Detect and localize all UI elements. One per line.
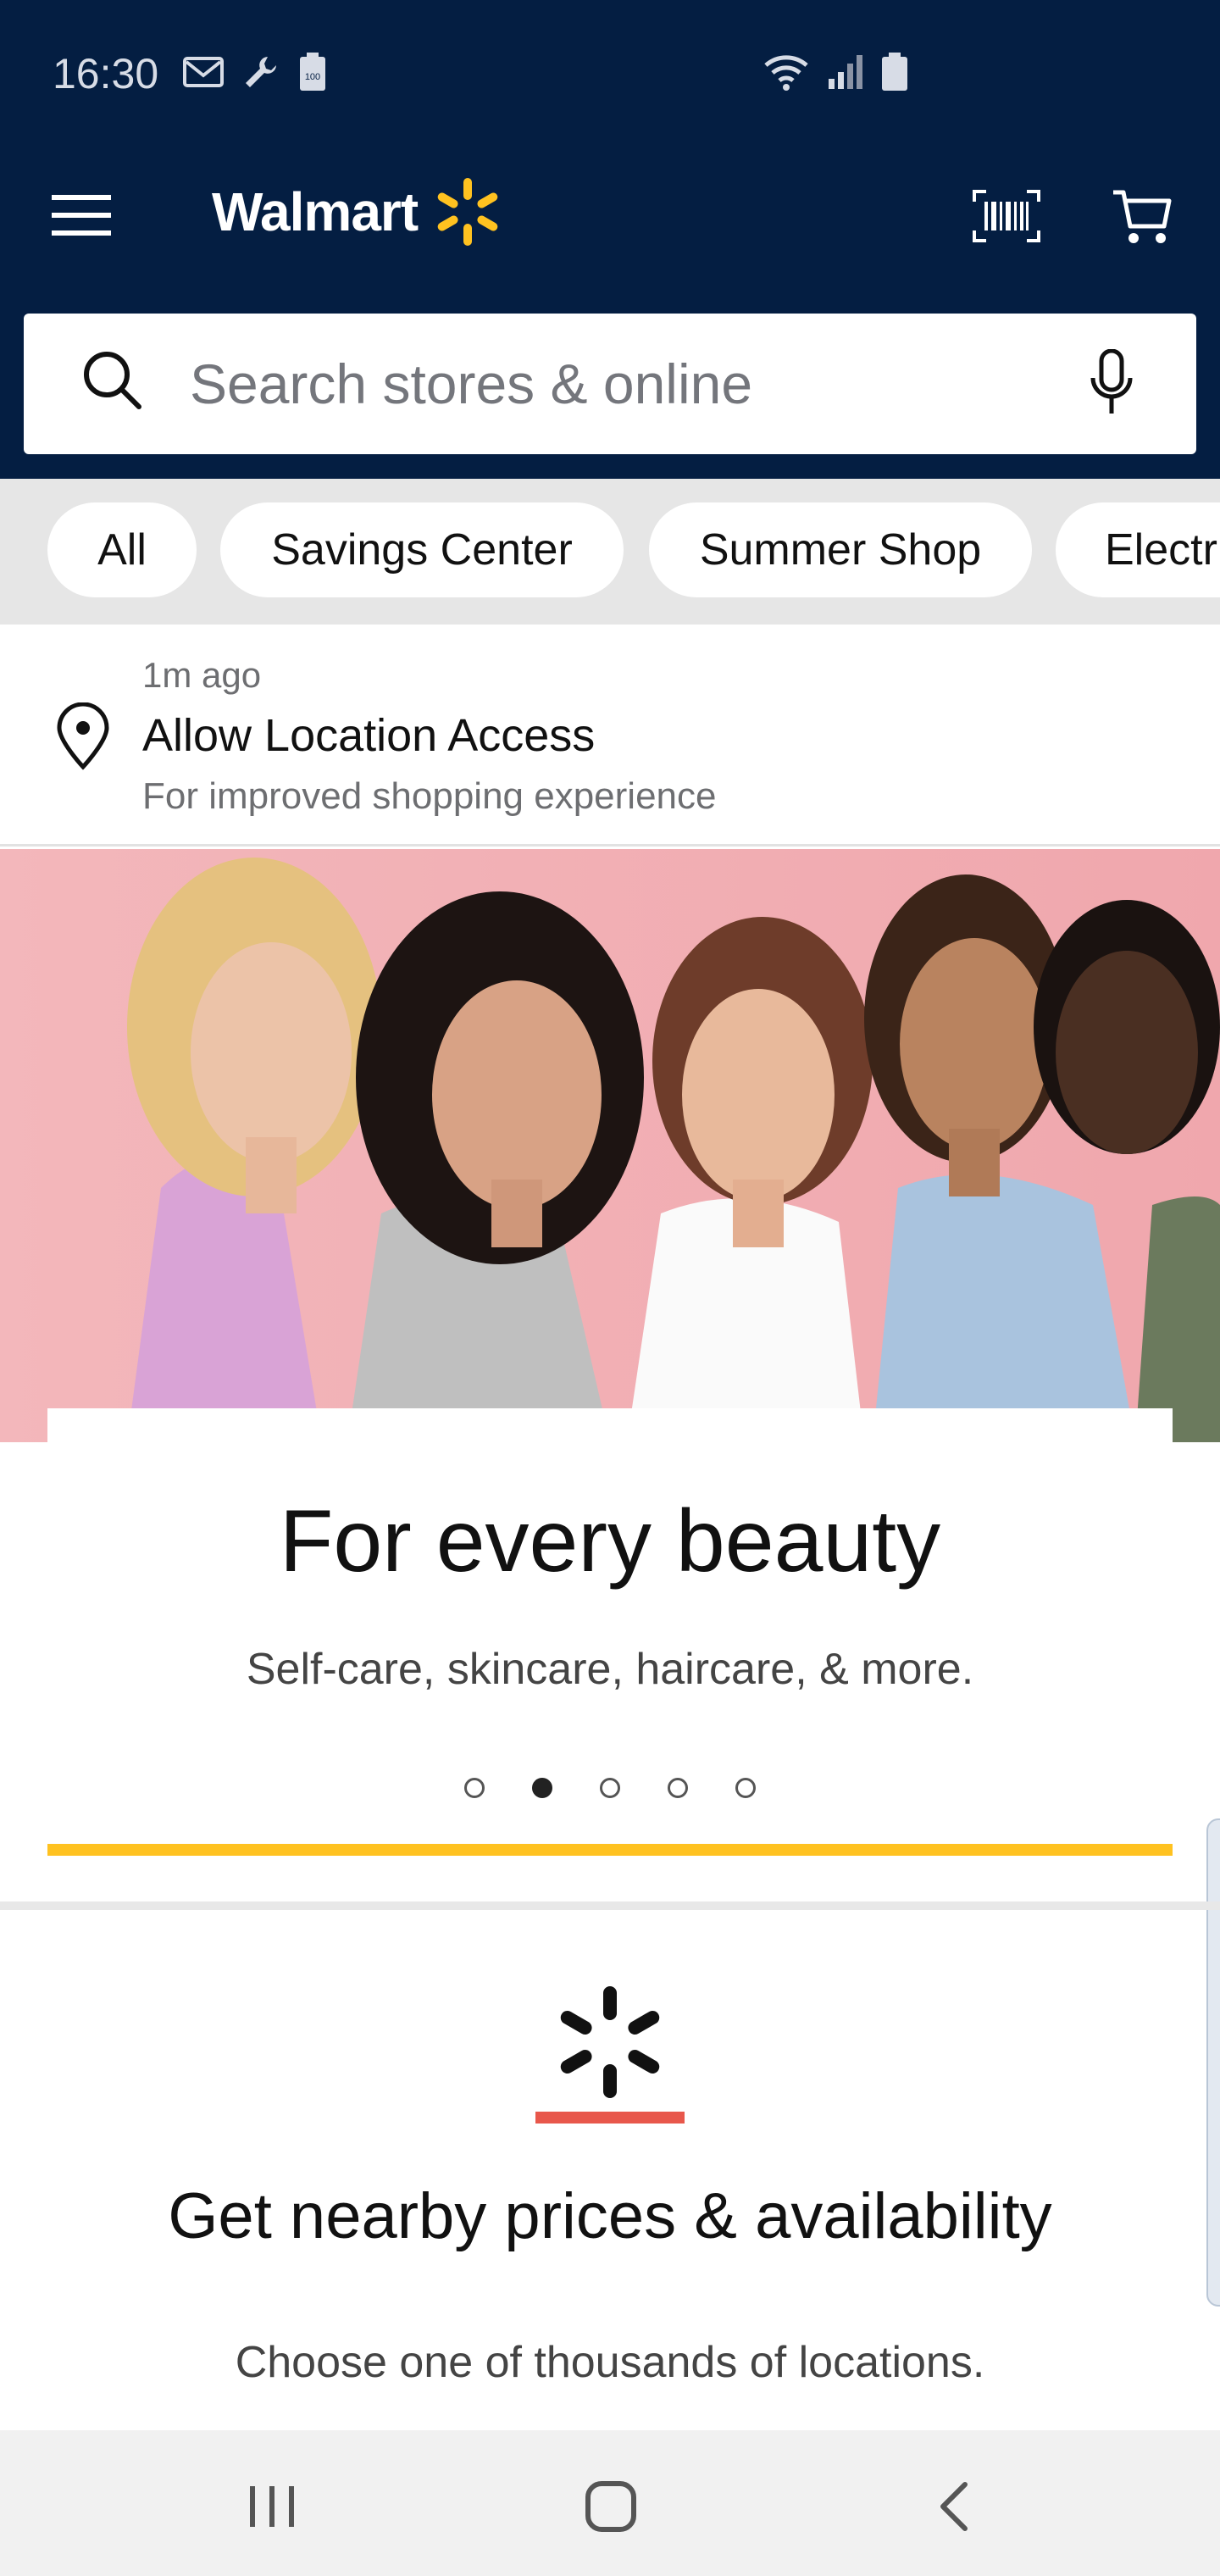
cart-button[interactable] <box>1101 178 1183 254</box>
home-button[interactable] <box>564 2464 657 2549</box>
back-icon <box>940 2482 968 2531</box>
walmart-logo[interactable]: Walmart <box>212 169 504 254</box>
hero-accent-bar <box>47 1844 1173 1856</box>
carousel-dot[interactable] <box>668 1778 688 1798</box>
carousel-indicator <box>464 1776 756 1800</box>
carousel-dot[interactable] <box>600 1778 620 1798</box>
microphone-icon <box>1090 349 1133 414</box>
battery-saver-icon: 100 <box>300 53 325 91</box>
recent-apps-icon <box>250 2486 294 2527</box>
carousel-dot[interactable] <box>735 1778 756 1798</box>
notice-subtitle: For improved shopping experience <box>142 775 717 817</box>
wrench-icon <box>246 57 276 87</box>
walmart-spark-icon <box>560 1986 660 2098</box>
menu-button[interactable] <box>47 181 115 249</box>
barcode-scanner-icon <box>973 190 1040 242</box>
hamburger-menu-icon <box>52 195 111 236</box>
status-icons-right <box>762 53 908 92</box>
hero-title: For every beauty <box>279 1492 941 1591</box>
svg-text:100: 100 <box>305 72 320 82</box>
search-icon <box>84 352 141 409</box>
gmail-icon <box>183 57 224 87</box>
section-accent-line <box>535 2112 685 2124</box>
back-button[interactable] <box>907 2464 1000 2549</box>
wifi-icon <box>764 55 808 91</box>
carousel-dot[interactable] <box>464 1778 485 1798</box>
notice-title: Allow Location Access <box>142 710 596 761</box>
chip-savings-center[interactable]: Savings Center <box>220 502 624 597</box>
cart-icon <box>1113 190 1172 243</box>
spark-icon <box>437 178 498 246</box>
signal-icon <box>829 55 862 89</box>
chip-electronics[interactable]: Electr <box>1056 502 1220 597</box>
chip-summer-shop[interactable]: Summer Shop <box>649 502 1032 597</box>
voice-search-button[interactable] <box>1071 342 1152 424</box>
hero-photo <box>0 849 1220 1442</box>
location-section-subtitle: Choose one of thousands of locations. <box>235 2338 985 2387</box>
battery-icon <box>882 53 907 91</box>
section-divider <box>0 1901 1220 1910</box>
hero-banner-image[interactable] <box>0 849 1220 1442</box>
search-bar[interactable] <box>24 314 1196 454</box>
carousel-dot-active[interactable] <box>532 1778 552 1798</box>
logo-text: Walmart <box>212 181 419 242</box>
home-icon <box>585 2481 636 2532</box>
recent-apps-button[interactable] <box>225 2464 319 2549</box>
status-time: 16:30 <box>53 50 159 97</box>
app-bar: Walmart <box>0 144 1220 479</box>
location-section-title: Get nearby prices & availability <box>168 2180 1052 2252</box>
hero-subtitle: Self-care, skincare, haircare, & more. <box>246 1645 974 1694</box>
location-access-notice[interactable]: 1m ago Allow Location Access For improve… <box>0 625 1220 847</box>
barcode-scanner-button[interactable] <box>966 178 1047 254</box>
status-icons-left: 100 <box>183 53 327 92</box>
search-input[interactable] <box>190 339 1037 429</box>
chip-all[interactable]: All <box>47 502 197 597</box>
status-bar: 16:30 100 <box>0 0 1220 144</box>
notice-time: 1m ago <box>142 655 262 695</box>
category-chips: All Savings Center Summer Shop Electr <box>0 479 1220 625</box>
system-nav-bar <box>0 2430 1220 2576</box>
location-pin-icon <box>57 702 109 770</box>
